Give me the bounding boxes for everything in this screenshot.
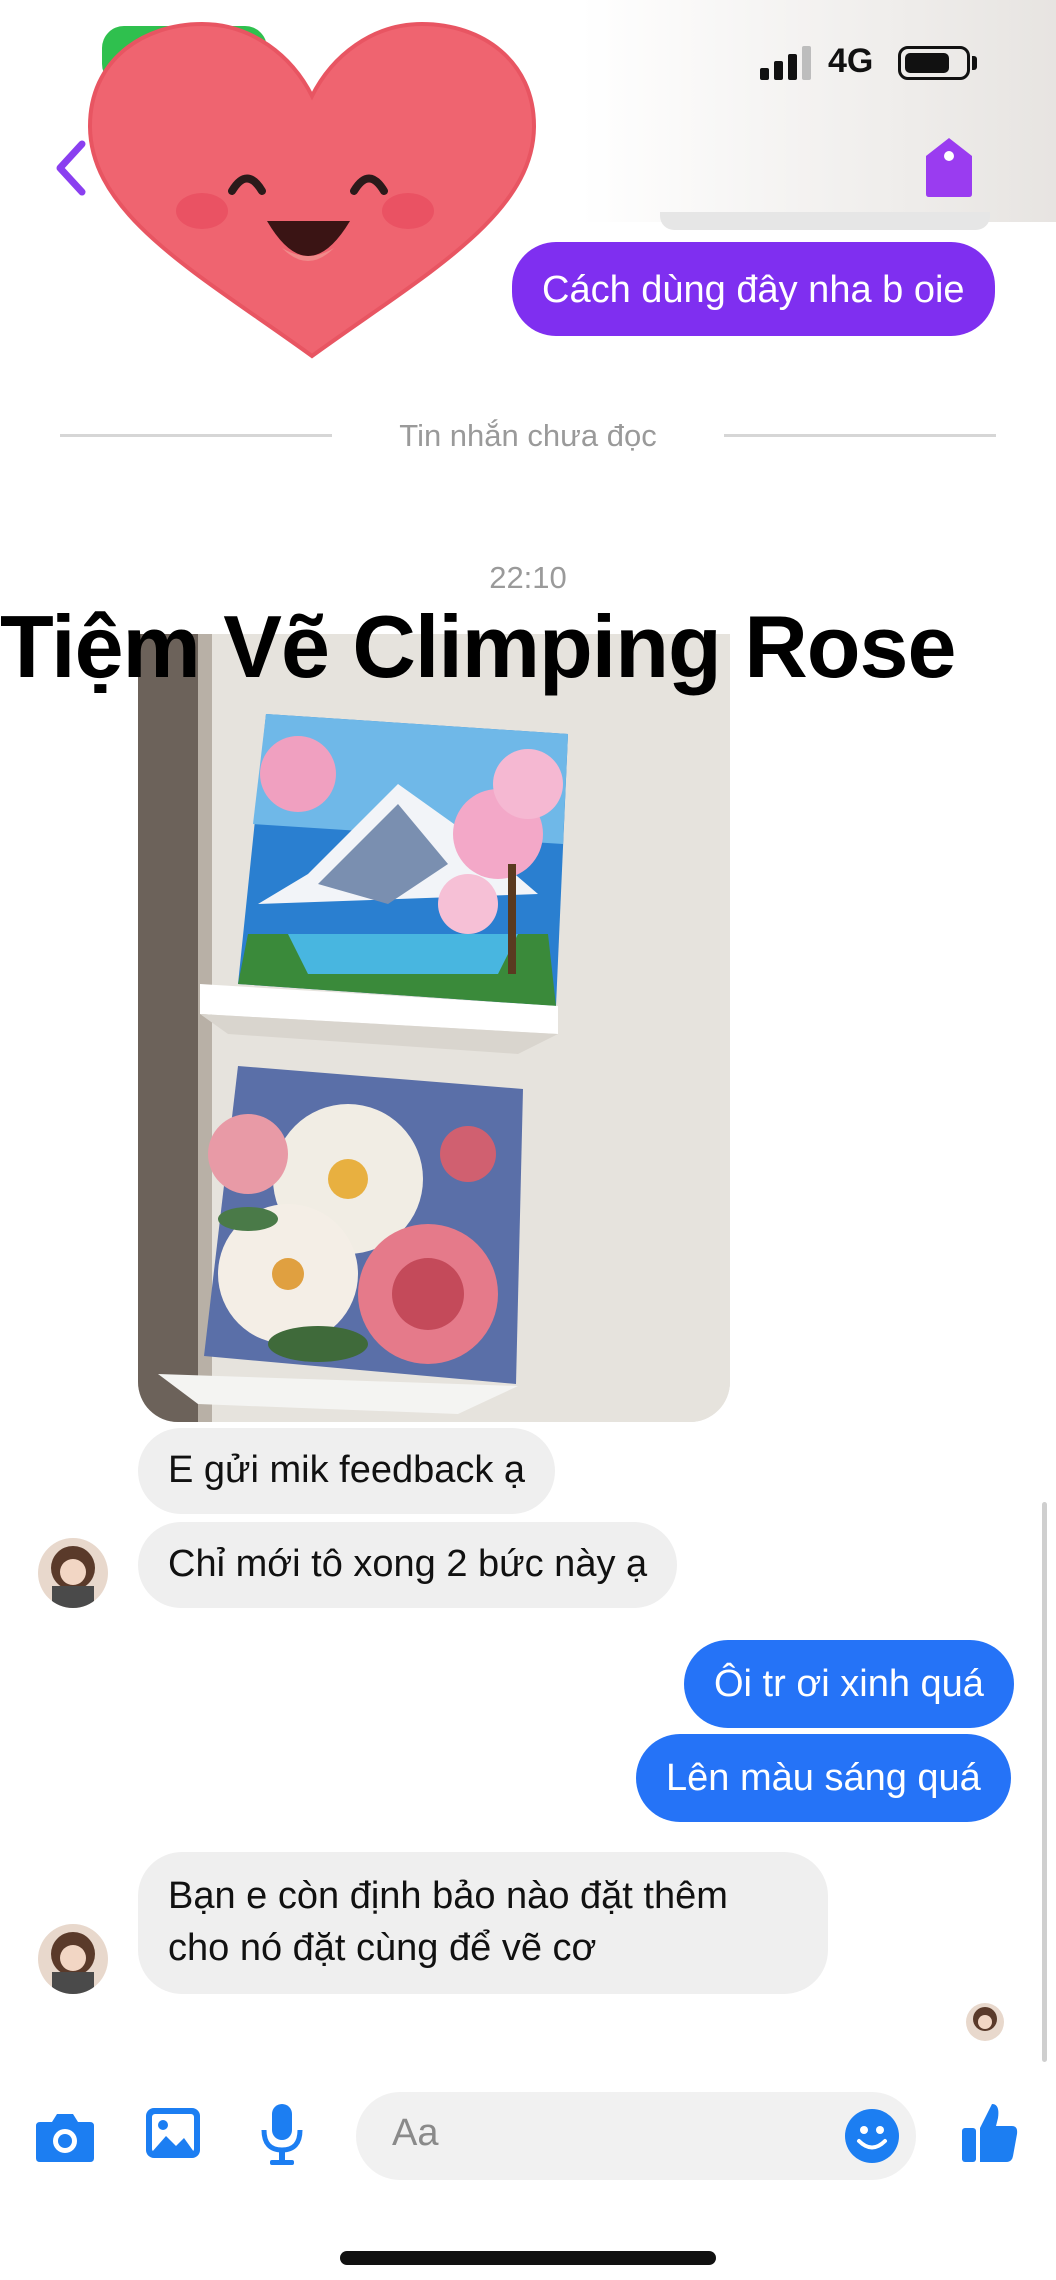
incoming-message[interactable]: Chỉ mới tô xong 2 bức này ạ [138,1522,678,1608]
shared-photo[interactable] [138,634,730,1422]
incoming-message-line: Bạn e còn định bảo nào đặt thêm [168,1875,728,1917]
previous-message-preview [660,212,990,230]
battery-icon [898,46,970,80]
camera-icon[interactable] [34,2110,96,2164]
emoji-icon[interactable] [844,2108,900,2164]
network-label: 4G [828,42,874,80]
incoming-message[interactable]: Bạn e còn định bảo nào đặt thêm cho nó đ… [138,1852,828,1994]
avatar[interactable] [38,1924,108,1994]
read-receipt-avatar [966,2003,1004,2041]
like-icon[interactable] [960,2100,1020,2164]
heart-sticker [87,21,537,359]
avatar[interactable] [38,1538,108,1608]
battery-level [905,53,949,73]
message-input-placeholder: Aa [392,2112,439,2154]
divider-line-right [724,434,996,437]
outgoing-message[interactable]: Lên màu sáng quá [636,1734,1011,1822]
microphone-icon[interactable] [258,2102,306,2166]
signal-icon [760,46,811,80]
home-indicator[interactable] [340,2251,716,2265]
incoming-message-line: cho nó đặt cùng để vẽ cơ [168,1927,597,1969]
incoming-message[interactable]: E gửi mik feedback ạ [138,1428,556,1514]
outgoing-message[interactable]: Ôi tr ơi xinh quá [684,1640,1014,1728]
outgoing-message[interactable]: Cách dùng đây nha b oie [512,242,995,336]
battery-cap [972,56,977,70]
tag-icon[interactable] [924,136,974,198]
message-input[interactable]: Aa [356,2092,916,2180]
timestamp: 22:10 [489,560,567,595]
image-icon[interactable] [144,2106,202,2160]
scrollbar[interactable] [1042,1502,1047,2062]
overlay-title: Tiệm Vẽ Climping Rose [0,597,956,696]
